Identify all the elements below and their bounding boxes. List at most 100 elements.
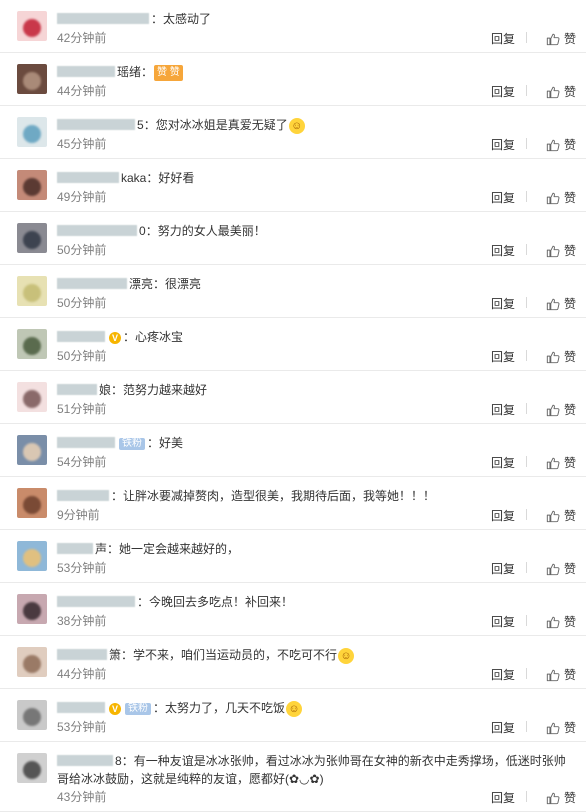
avatar[interactable] bbox=[17, 11, 47, 41]
avatar[interactable] bbox=[17, 117, 47, 147]
like-button[interactable]: 赞 bbox=[546, 189, 576, 206]
username-link[interactable] bbox=[57, 490, 109, 502]
username-suffix[interactable]: 声 bbox=[95, 542, 107, 556]
username-link[interactable] bbox=[57, 755, 113, 767]
reply-button[interactable]: 回复 bbox=[491, 30, 515, 47]
like-button[interactable]: 赞 bbox=[546, 507, 576, 524]
colon: ： bbox=[111, 383, 124, 397]
comment-time: 43分钟前 bbox=[57, 790, 107, 804]
reply-button[interactable]: 回复 bbox=[491, 666, 515, 683]
action-divider bbox=[526, 562, 527, 573]
action-divider bbox=[526, 244, 527, 255]
avatar[interactable] bbox=[17, 382, 47, 412]
username-suffix[interactable]: 5 bbox=[137, 118, 144, 132]
username-link[interactable] bbox=[57, 119, 135, 131]
avatar[interactable] bbox=[17, 223, 47, 253]
comment-item: 瑶绪：赞 赞 44分钟前 回复 赞 bbox=[0, 53, 586, 106]
username-suffix[interactable]: 瑶绪 bbox=[117, 65, 141, 79]
vip-badge-icon: V bbox=[109, 331, 121, 344]
reply-button[interactable]: 回复 bbox=[491, 560, 515, 577]
reply-button[interactable]: 回复 bbox=[491, 613, 515, 630]
like-button[interactable]: 赞 bbox=[546, 560, 576, 577]
like-button[interactable]: 赞 bbox=[546, 666, 576, 683]
username-suffix[interactable]: 娘 bbox=[99, 383, 111, 397]
avatar[interactable] bbox=[17, 647, 47, 677]
thumbs-up-icon bbox=[546, 192, 560, 204]
like-label: 赞 bbox=[563, 32, 576, 46]
thumbs-up-icon bbox=[546, 86, 560, 98]
username-link[interactable] bbox=[57, 437, 115, 449]
avatar[interactable] bbox=[17, 329, 47, 359]
username-link[interactable] bbox=[57, 702, 105, 714]
comment-item: 8：有一种友谊是冰冰张帅，看过冰冰为张帅哥在女神的新衣中走秀撑场，低迷时张帅哥给… bbox=[0, 742, 586, 812]
like-button[interactable]: 赞 bbox=[546, 348, 576, 365]
comment-list: ：太感动了 42分钟前 回复赞瑶绪：赞 赞 44分钟前 回复赞 5：您对冰冰姐是真爱无疑了… bbox=[0, 0, 586, 812]
username-link[interactable] bbox=[57, 543, 93, 555]
action-divider bbox=[526, 191, 527, 202]
reply-button[interactable]: 回复 bbox=[491, 136, 515, 153]
reply-button[interactable]: 回复 bbox=[491, 348, 515, 365]
reply-button[interactable]: 回复 bbox=[491, 719, 515, 736]
username-suffix[interactable]: 漂亮 bbox=[129, 277, 153, 291]
username-link[interactable] bbox=[57, 66, 115, 78]
avatar[interactable] bbox=[17, 753, 47, 783]
comment-text: 太感动了 bbox=[163, 12, 212, 26]
emoji-face-icon: ☺ bbox=[338, 647, 355, 664]
reply-button[interactable]: 回复 bbox=[491, 189, 515, 206]
like-button[interactable]: 赞 bbox=[546, 30, 576, 47]
avatar[interactable] bbox=[17, 276, 47, 306]
comment-line: 娘：范努力越来越好 bbox=[57, 381, 572, 399]
avatar[interactable] bbox=[17, 488, 47, 518]
action-divider bbox=[526, 85, 527, 96]
like-button[interactable]: 赞 bbox=[546, 789, 576, 806]
username-link[interactable] bbox=[57, 331, 105, 343]
reply-button[interactable]: 回复 bbox=[491, 507, 515, 524]
like-button[interactable]: 赞 bbox=[546, 242, 576, 259]
action-divider bbox=[526, 791, 527, 802]
username-link[interactable] bbox=[57, 596, 135, 608]
comment-text: 心疼冰宝 bbox=[135, 330, 184, 344]
username-suffix[interactable]: 8 bbox=[115, 754, 122, 768]
username-suffix[interactable]: 0 bbox=[139, 224, 146, 238]
avatar[interactable] bbox=[17, 435, 47, 465]
vip-badge-icon: V bbox=[109, 702, 121, 715]
username-link[interactable] bbox=[57, 649, 107, 661]
avatar[interactable] bbox=[17, 541, 47, 571]
username-link[interactable] bbox=[57, 384, 97, 396]
reply-button[interactable]: 回复 bbox=[491, 295, 515, 312]
reply-button[interactable]: 回复 bbox=[491, 401, 515, 418]
reply-button[interactable]: 回复 bbox=[491, 789, 515, 806]
like-button[interactable]: 赞 bbox=[546, 613, 576, 630]
thumbs-up-icon bbox=[546, 510, 560, 522]
username-suffix[interactable]: 箫 bbox=[109, 648, 121, 662]
avatar[interactable] bbox=[17, 64, 47, 94]
avatar[interactable] bbox=[17, 170, 47, 200]
avatar[interactable] bbox=[17, 594, 47, 624]
like-label: 赞 bbox=[563, 509, 576, 523]
like-button[interactable]: 赞 bbox=[546, 454, 576, 471]
reply-button[interactable]: 回复 bbox=[491, 242, 515, 259]
colon: ： bbox=[121, 754, 134, 768]
username-link[interactable] bbox=[57, 225, 137, 237]
like-label: 赞 bbox=[563, 138, 576, 152]
username-link[interactable] bbox=[57, 278, 127, 290]
like-button[interactable]: 赞 bbox=[546, 401, 576, 418]
comment-item: V ：心疼冰宝 50分钟前 回复 赞 bbox=[0, 318, 586, 371]
username-link[interactable] bbox=[57, 172, 119, 184]
comment-item: 铁粉 ：好美 54分钟前 回复 赞 bbox=[0, 424, 586, 477]
thumbs-up-icon bbox=[546, 404, 560, 416]
like-button[interactable]: 赞 bbox=[546, 295, 576, 312]
avatar[interactable] bbox=[17, 700, 47, 730]
comment-time: 50分钟前 bbox=[57, 349, 107, 363]
like-button[interactable]: 赞 bbox=[546, 136, 576, 153]
username-link[interactable] bbox=[57, 13, 149, 25]
reply-button[interactable]: 回复 bbox=[491, 83, 515, 100]
action-divider bbox=[526, 456, 527, 467]
comment-line: ：今晚回去多吃点！补回来！ bbox=[57, 593, 572, 611]
colon: ： bbox=[143, 118, 156, 132]
emoji-sticker-icon: 赞 赞 bbox=[154, 64, 183, 81]
like-button[interactable]: 赞 bbox=[546, 83, 576, 100]
username-suffix[interactable]: kaka bbox=[121, 171, 146, 185]
reply-button[interactable]: 回复 bbox=[491, 454, 515, 471]
like-button[interactable]: 赞 bbox=[546, 719, 576, 736]
